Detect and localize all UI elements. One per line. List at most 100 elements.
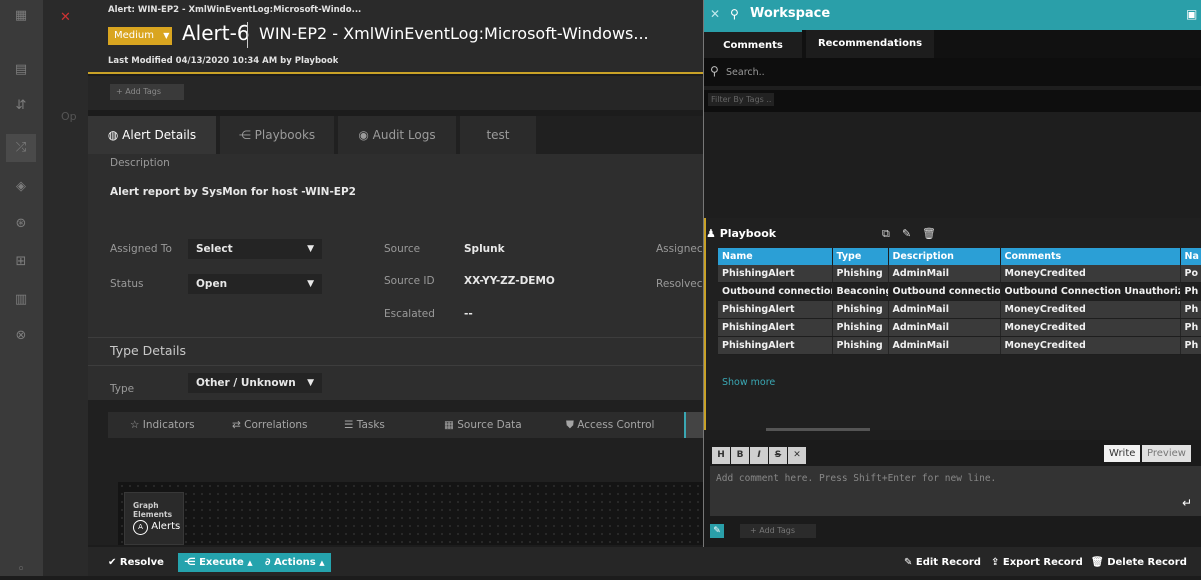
actions-label: Actions [273,557,316,568]
graph-item-label: Alerts [151,521,181,532]
edit-record-button[interactable]: ✎ Edit Record [898,553,987,572]
search-input[interactable]: Search.. [726,67,765,78]
alert-id: Alert-6 [182,21,250,45]
table-cell: AdminMail [888,300,1001,319]
show-more-link[interactable]: Show more [722,377,775,388]
subtab-tasks[interactable]: ☰ Tasks [344,412,385,438]
maximize-icon[interactable]: ▣ [1186,7,1197,21]
last-modified-date: 04/13/2020 10:34 AM [175,56,278,66]
add-tags-button[interactable]: + Add Tags [110,84,184,100]
playbook-widget: ♟ Playbook ⧉ ✎ 🗑 Name Type Description Comm… [704,218,1201,431]
comment-add-tags[interactable]: + Add Tags [740,524,816,538]
tab-label: test [486,128,510,142]
shield-icon[interactable]: ◈ [11,177,31,197]
subtab-access-control[interactable]: ⛊ Access Control [566,412,654,438]
tab-playbooks[interactable]: ⋲ Playbooks [220,116,334,154]
footer-action-bar: ✔ Resolve ⋲ Execute ▲ ∂ Actions ▲ ✎ Edit… [88,547,1201,576]
table-header-row: Name Type Description Comments Na [718,248,1201,265]
workspace-tabs: Comments Recommendations [704,30,1201,60]
column-header[interactable]: Na [1180,248,1201,265]
table-cell: PhishingAlert [718,318,833,337]
close-icon[interactable]: ✕ [60,10,71,25]
table-row[interactable]: PhishingAlert Phishing AdminMail MoneyCredi… [718,318,1201,337]
comment-textarea[interactable]: Add comment here. Press Shift+Enter for … [710,466,1201,516]
user-icon: ♟ [706,227,716,240]
subtab-correlations[interactable]: ⇄ Correlations [232,412,308,438]
actions-button[interactable]: ∂ Actions ▲ [259,553,331,572]
filter-by-tags[interactable]: Filter By Tags .. [704,90,1201,112]
help-icon[interactable]: ◦ [11,560,31,580]
preview-tab[interactable]: Preview [1142,445,1191,462]
attach-icon[interactable]: ✎ [710,524,724,538]
lock-icon: ⛊ [566,419,574,431]
settings-icon[interactable]: ⊗ [11,326,31,346]
column-header[interactable]: Type [832,248,889,265]
edit-icon[interactable]: ✎ [902,227,911,240]
clear-format-button[interactable]: ✕ [788,447,806,464]
strikethrough-button[interactable]: S [769,447,787,464]
source-value: Splunk [464,243,505,255]
dashboard-icon[interactable]: ▤ [11,60,31,80]
correlation-graph[interactable] [118,482,703,545]
resources-icon[interactable]: ⊞ [11,252,31,272]
delete-record-button[interactable]: 🗑 Delete Record [1085,553,1193,572]
graph-elements-panel: Graph Elements A Alerts [124,492,184,545]
last-modified-by-prefix: by [280,56,292,66]
tab-comments[interactable]: Comments [704,30,802,60]
breadcrumb: Alert: WIN-EP2 - XmlWinEventLog:Microsof… [108,5,362,15]
table-cell: Ph [1180,318,1201,337]
column-header[interactable]: Description [888,248,1001,265]
execute-button[interactable]: ⋲ Execute ▲ [178,553,259,572]
table-cell: AdminMail [888,265,1001,283]
tab-recommendations[interactable]: Recommendations [806,30,934,58]
export-record-button[interactable]: ⇪ Export Record [985,553,1089,572]
subtab-overflow[interactable] [684,412,703,438]
list-icon: ☰ [344,419,354,431]
severity-dropdown[interactable]: Medium ▼ [108,27,172,45]
automation-icon[interactable]: ⊛ [11,214,31,234]
grid-icon[interactable]: ▦ [11,6,31,26]
workspace-title: Workspace [750,6,831,21]
trash-icon[interactable]: 🗑 [922,227,936,240]
tab-audit-logs[interactable]: ◉ Audit Logs [338,116,456,154]
subtab-label: Source Data [457,419,522,431]
caret-down-icon: ▼ [163,31,170,40]
subtab-indicators[interactable]: ☆ Indicators [130,412,195,438]
table-row[interactable]: PhishingAlert Phishing AdminMail MoneyCredi… [718,300,1201,319]
table-row[interactable]: PhishingAlert Phishing AdminMail MoneyCredi… [718,265,1201,283]
table-cell: Phishing [832,336,889,355]
app-sidebar: ▦ ▤ ⇵ ⤮ ◈ ⊛ ⊞ ▥ ⊗ ◦ [0,0,43,577]
write-tab[interactable]: Write [1104,445,1141,462]
assigned-to-select[interactable]: Select ▼ [188,239,322,259]
actions-icon: ∂ [265,557,271,568]
table-row[interactable]: PhishingAlert Phishing AdminMail MoneyCredi… [718,336,1201,355]
alert-header: Alert: WIN-EP2 - XmlWinEventLog:Microsof… [88,0,703,74]
incidents-icon[interactable]: ⇵ [11,96,31,116]
background-list-strip: Op [43,0,88,576]
title-divider [247,22,248,48]
tab-alert-details[interactable]: ◍ Alert Details [88,116,216,156]
alert-icon: A [133,520,148,535]
reports-icon[interactable]: ▥ [11,290,31,310]
table-cell: Ph [1180,336,1201,355]
column-header[interactable]: Name [718,248,833,265]
resolve-button[interactable]: ✔ Resolve [102,553,170,572]
table-body: PhishingAlert Phishing AdminMail MoneyCredi… [718,265,1201,355]
subtab-source-data[interactable]: ▦ Source Data [444,412,522,438]
tab-test[interactable]: test [460,116,536,154]
close-icon[interactable]: ✕ [710,7,720,21]
status-select[interactable]: Open ▼ [188,274,322,294]
comment-search-bar[interactable]: ⚲ Search.. [704,58,1201,86]
type-select[interactable]: Other / Unknown ▼ [188,373,322,393]
column-header[interactable]: Comments [1000,248,1181,265]
filter-tags-input[interactable]: Filter By Tags .. [708,93,775,106]
table-row[interactable]: Outbound connection Beaconing Outbound con… [718,282,1201,301]
send-icon[interactable]: ↵ [1182,496,1192,510]
italic-button[interactable]: I [750,447,768,464]
graph-item-alerts[interactable]: A Alerts [133,520,180,535]
alerts-icon[interactable]: ⤮ [6,134,36,162]
horizontal-scrollbar[interactable] [766,428,870,431]
external-link-icon[interactable]: ⧉ [882,227,890,241]
heading-button[interactable]: H [712,447,730,464]
bold-button[interactable]: B [731,447,749,464]
